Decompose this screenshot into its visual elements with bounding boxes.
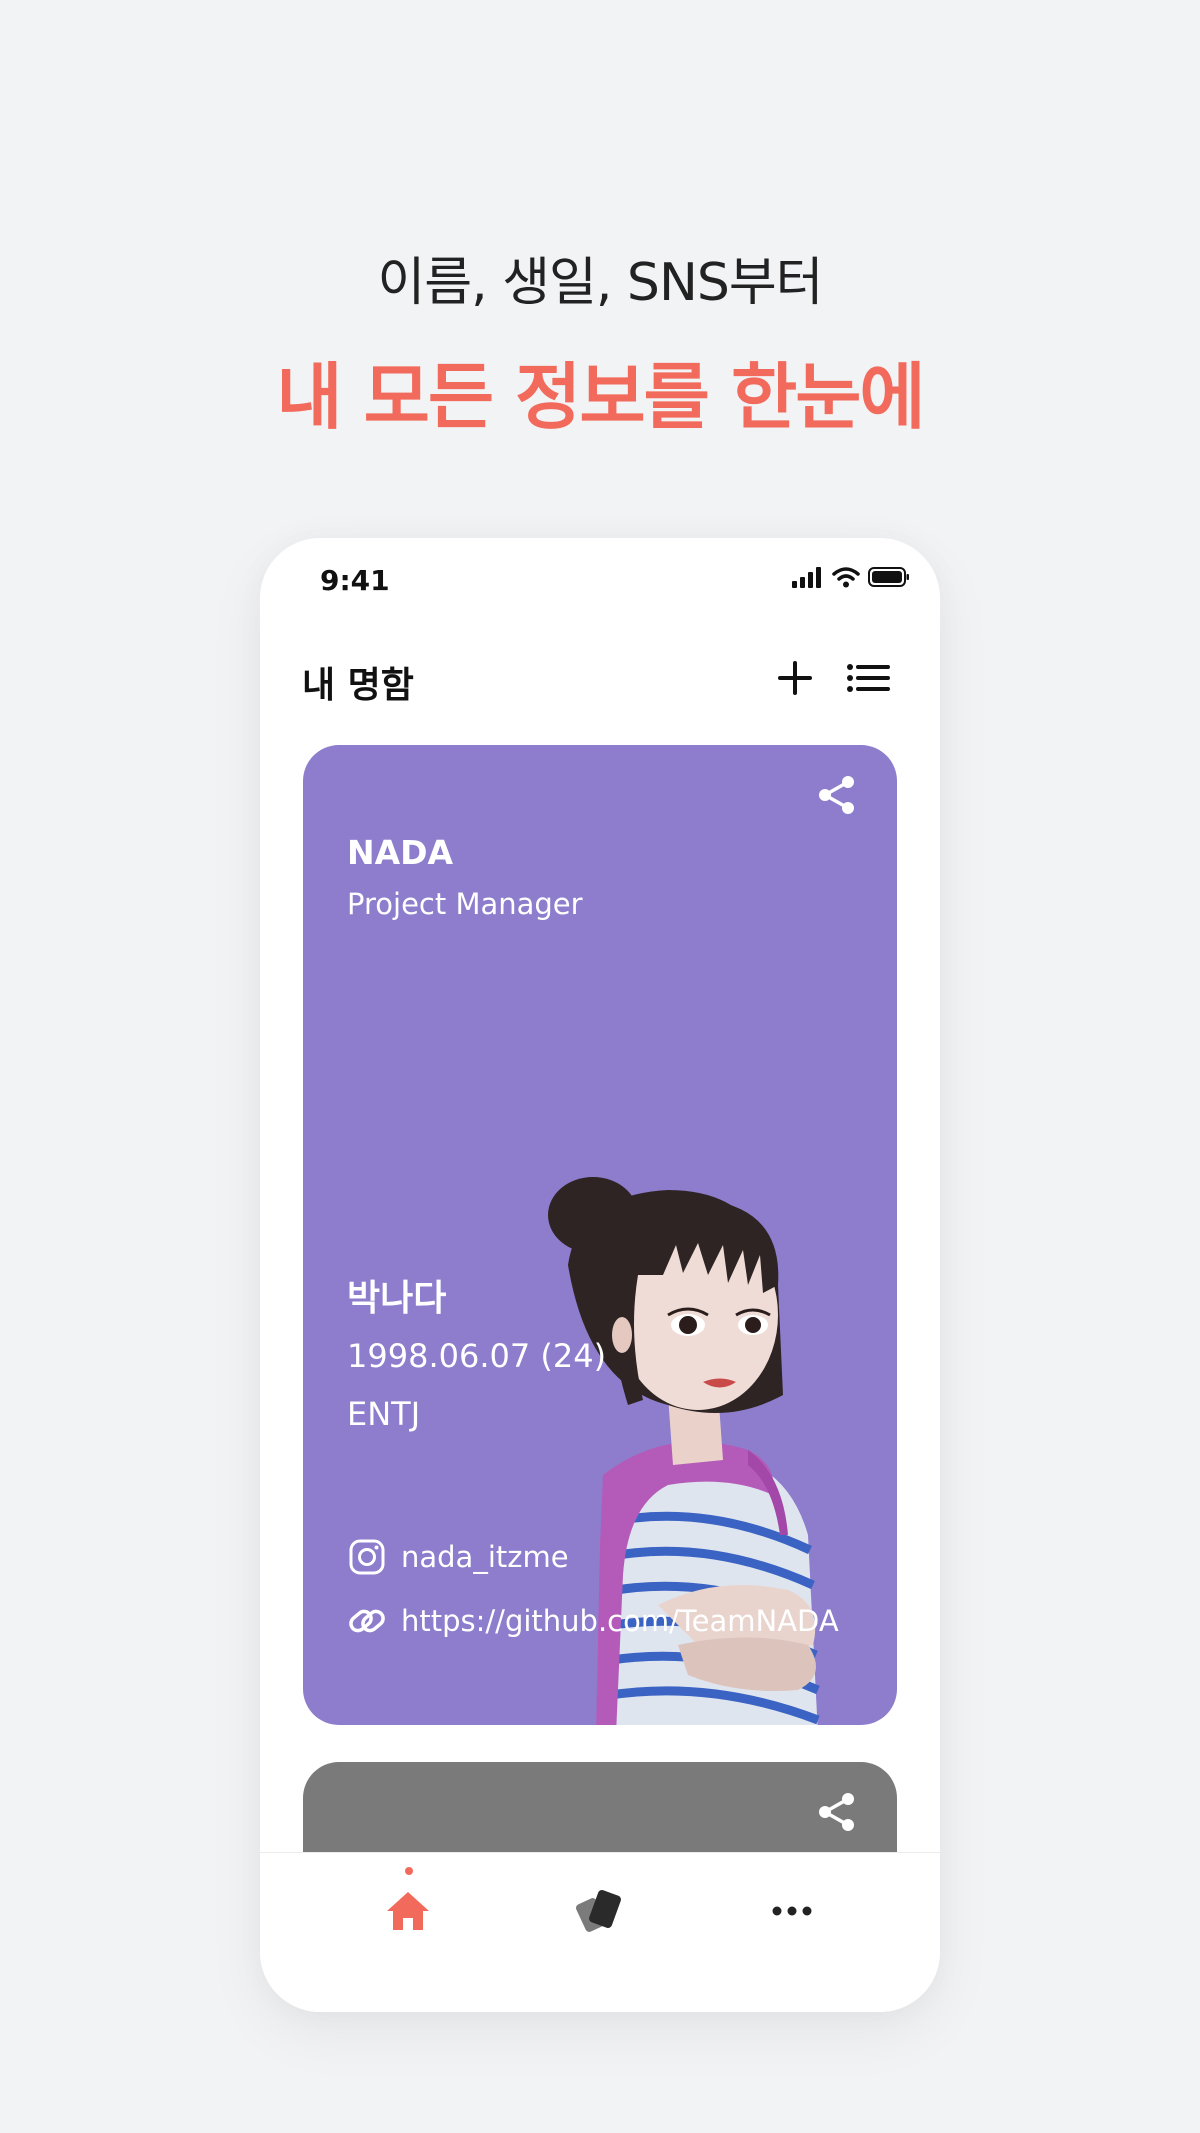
battery-icon [868,567,909,587]
instagram-handle: nada_itzme [401,1540,569,1574]
tab-bar [260,1852,940,2012]
tab-home[interactable] [368,1871,448,1951]
card-korean-name: 박나다 [347,1278,447,1319]
share-icon [819,776,854,814]
card-english-name: NADA [347,833,454,872]
home-icon [387,1892,429,1930]
add-card-button[interactable] [765,648,825,708]
instagram-link[interactable]: nada_itzme [347,1537,569,1577]
business-card[interactable]: NADA Project Manager 박나다 1998.06.07 (24)… [303,745,897,1725]
cards-icon [576,1890,621,1932]
share-button-second[interactable] [815,1790,859,1834]
link-icon [349,1609,385,1633]
instagram-icon [349,1539,385,1575]
status-time: 9:41 [320,564,390,597]
signal-icon [792,567,821,588]
card-mbti: ENTJ [347,1395,421,1433]
app-header: 내 명함 [260,638,940,718]
promo-title: 내 모든 정보를 한눈에 [276,355,925,439]
plus-icon [778,661,812,695]
more-icon [772,1906,812,1916]
tab-more[interactable] [752,1871,832,1951]
wifi-icon [832,567,860,588]
avatar-illustration [548,1177,820,1725]
list-icon [847,664,890,692]
page-title: 내 명함 [302,665,414,706]
status-icons [792,566,910,588]
card-role: Project Manager [347,887,583,921]
status-bar: 9:41 [260,538,940,618]
share-icon [819,1793,854,1831]
card-birthday: 1998.06.07 (24) [347,1337,607,1375]
github-url: https://github.com/TeamNADA [401,1604,839,1638]
share-button[interactable] [815,773,859,817]
github-link[interactable]: https://github.com/TeamNADA [347,1601,839,1641]
promo-subtitle: 이름, 생일, SNS부터 [377,253,823,313]
card-list-button[interactable] [838,648,898,708]
phone-frame: 9:41 내 명함 NADA Project Manager 박나다 1998.… [260,538,940,2012]
tab-cards[interactable] [560,1871,640,1951]
